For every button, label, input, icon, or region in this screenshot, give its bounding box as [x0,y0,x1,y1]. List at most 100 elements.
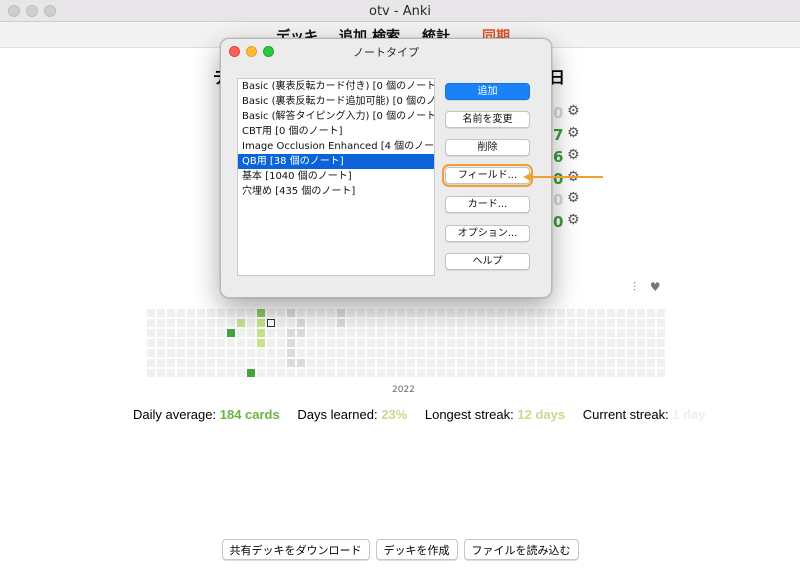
heatmap-cell [517,319,525,327]
heatmap-cell [157,329,165,337]
days-learned-value: 23% [381,407,408,422]
heatmap-cell [527,319,535,327]
gear-icon[interactable]: ⚙ [567,212,580,228]
list-item[interactable]: Basic (解答タイピング入力) [0 個のノート] [238,109,434,124]
heatmap-cell [377,359,385,367]
heatmap-cell [287,319,295,327]
list-item-selected[interactable]: QB用 [38 個のノート] [238,154,434,169]
add-button[interactable]: 追加 [445,83,530,100]
rename-button[interactable]: 名前を変更 [445,111,530,128]
heatmap-cell [417,349,425,357]
options-button[interactable]: オプション... [445,225,530,242]
heatmap-cell [637,339,645,347]
heatmap-cell [197,369,205,377]
heatmap-cell [317,359,325,367]
heatmap-cell [157,349,165,357]
heatmap-cell [157,319,165,327]
heatmap-cell [467,329,475,337]
heatmap-cell [647,359,655,367]
heatmap-cell [567,339,575,347]
help-button[interactable]: ヘルプ [445,253,530,270]
delete-button[interactable]: 削除 [445,139,530,156]
heart-icon[interactable]: ♥ [650,280,661,294]
heatmap-cell [447,309,455,317]
note-types-dialog: ノートタイプ Basic (裏表反転カード付き) [0 個のノート] Basic… [220,38,552,298]
list-item[interactable]: Image Occlusion Enhanced [4 個のノート] [238,139,434,154]
heatmap-cell [647,339,655,347]
heatmap-cell [557,319,565,327]
get-shared-button[interactable]: 共有デッキをダウンロード [221,539,370,560]
heatmap-cell [187,359,195,367]
heatmap-cell [577,339,585,347]
daily-average-label: Daily average: [133,407,217,422]
heatmap-cell [317,309,325,317]
heatmap-cell [227,369,235,377]
heatmap-cell [377,309,385,317]
heatmap-cell [417,319,425,327]
heatmap-cell [367,309,375,317]
heatmap-cell [327,369,335,377]
heatmap-cell [227,319,235,327]
heatmap-cell [657,309,665,317]
fields-button[interactable]: フィールド... [442,164,533,187]
sliders-icon[interactable]: ⫶ [633,280,636,294]
gear-icon[interactable]: ⚙ [567,147,580,163]
heatmap-cell [537,369,545,377]
gear-icon[interactable]: ⚙ [567,125,580,141]
heatmap-cell [377,339,385,347]
heatmap-cell [167,319,175,327]
heatmap-cell [507,319,515,327]
heatmap-cell [147,349,155,357]
cards-button[interactable]: カード... [445,196,530,213]
heatmap-cell [377,329,385,337]
heatmap-cell [227,349,235,357]
list-item[interactable]: CBT用 [0 個のノート] [238,124,434,139]
list-item[interactable]: 穴埋め [435 個のノート] [238,184,434,199]
heatmap-cell [387,359,395,367]
heatmap-cell [577,309,585,317]
list-item[interactable]: 基本 [1040 個のノート] [238,169,434,184]
heatmap-cell [217,349,225,357]
heatmap-cell [167,309,175,317]
heatmap-cell [587,349,595,357]
heatmap-cell [437,349,445,357]
heatmap-cell [627,319,635,327]
heatmap-cell [347,319,355,327]
import-file-button[interactable]: ファイルを読み込む [463,539,579,560]
heatmap-cell [207,359,215,367]
heatmap-cell [217,329,225,337]
heatmap-cell [147,369,155,377]
heatmap-cell [627,339,635,347]
heatmap-cell [437,359,445,367]
note-type-list[interactable]: Basic (裏表反転カード付き) [0 個のノート] Basic (裏表反転カ… [237,78,435,276]
list-item[interactable]: Basic (裏表反転カード追加可能) [0 個のノート] [238,94,434,109]
gear-icon[interactable]: ⚙ [567,103,580,119]
heatmap-cell [547,329,555,337]
heatmap-cell [147,339,155,347]
heatmap-cell [587,309,595,317]
heatmap-cell [507,309,515,317]
heatmap-cell [287,309,295,317]
heatmap-cell [247,309,255,317]
heatmap-cell [637,329,645,337]
heatmap-cell [657,319,665,327]
heatmap-cell [167,339,175,347]
heatmap-cell [527,339,535,347]
heatmap-cell [547,319,555,327]
heatmap-cell [597,339,605,347]
heatmap-cell [497,309,505,317]
heatmap-cell [277,369,285,377]
heatmap-cell [537,359,545,367]
heatmap-cell [507,359,515,367]
heatmap-cell [457,349,465,357]
heatmap-cell [607,369,615,377]
heatmap-cell [557,339,565,347]
heatmap-cell [607,339,615,347]
gear-icon[interactable]: ⚙ [567,190,580,206]
heatmap-cell [177,329,185,337]
heatmap-cell [607,349,615,357]
list-item[interactable]: Basic (裏表反転カード付き) [0 個のノート] [238,79,434,94]
heatmap-cell [527,329,535,337]
create-deck-button[interactable]: デッキを作成 [375,539,458,560]
heatmap-cell [547,339,555,347]
